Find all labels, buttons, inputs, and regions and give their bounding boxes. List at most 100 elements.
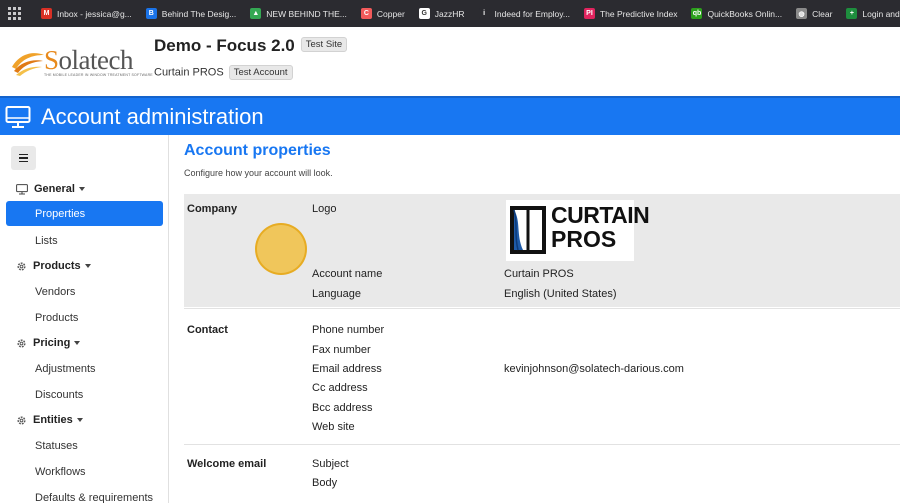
language-label: Language [312, 288, 361, 300]
gear-icon [17, 261, 26, 271]
welcome-email-heading: Welcome email [187, 458, 267, 470]
gear-icon [17, 415, 26, 425]
fax-label: Fax number [312, 344, 371, 356]
monitor-icon [16, 183, 28, 194]
site-title: Demo - Focus 2.0 Test Site [154, 36, 348, 56]
subject-label: Subject [312, 458, 349, 470]
brand-wordmark: Solatech [44, 45, 134, 75]
chevron-down-icon [74, 341, 81, 345]
account-line: Curtain PROS Test Account [154, 65, 293, 80]
welcome-email-section: Welcome email Subject Body [184, 444, 900, 503]
monitor-icon [5, 105, 31, 128]
chevron-down-icon [76, 418, 83, 422]
bookmark-item[interactable]: G JazzHR [418, 8, 465, 19]
google-icon: G [418, 8, 430, 19]
page-title: Account properties [184, 142, 331, 159]
sidebar-item-vendors[interactable]: Vendors [6, 279, 163, 304]
logo-label: Logo [312, 203, 337, 215]
solatech-swoosh-icon [12, 53, 44, 76]
company-heading: Company [187, 203, 238, 215]
chevron-down-icon [84, 264, 91, 268]
brand-tagline: THE MOBILE LEADER IN WINDOW TREATMENT SO… [44, 73, 153, 77]
nav-group-label: General [34, 183, 75, 195]
site-title-text: Demo - Focus 2.0 [154, 36, 295, 55]
body-label: Body [312, 477, 338, 489]
bookmark-item[interactable]: ▲ NEW BEHIND THE... [250, 8, 347, 19]
phone-label: Phone number [312, 324, 385, 336]
sidebar-item-defaults-requirements[interactable]: Defaults & requirements [6, 485, 163, 503]
bookmark-label: The Predictive Index [599, 8, 678, 19]
account-name-label: Account name [312, 268, 383, 280]
test-account-badge: Test Account [228, 65, 293, 80]
bcc-label: Bcc address [312, 402, 373, 414]
sidebar-item-discounts[interactable]: Discounts [6, 382, 163, 407]
contact-heading: Contact [187, 324, 228, 336]
nav-group-entities[interactable]: Entities [16, 414, 83, 426]
website-label: Web site [312, 421, 355, 433]
bookmark-item[interactable]: B Behind The Desig... [145, 8, 237, 19]
bookmark-label: QuickBooks Onlin... [707, 8, 783, 19]
bookmark-item[interactable]: qb QuickBooks Onlin... [691, 8, 782, 19]
nav-group-pricing[interactable]: Pricing [16, 337, 81, 349]
sidebar: General Properties Lists Products Vendor… [0, 135, 169, 503]
page-banner: Account administration [0, 96, 900, 135]
nav-group-general[interactable]: General [16, 183, 85, 195]
nav-group-label: Products [33, 260, 81, 272]
banner-title: Account administration [41, 103, 264, 129]
email-label: Email address [312, 363, 382, 375]
site-header: Solatech THE MOBILE LEADER IN WINDOW TRE… [0, 27, 900, 96]
sidebar-item-lists[interactable]: Lists [6, 228, 163, 253]
account-name-value: Curtain PROS [504, 268, 574, 280]
menu-toggle-icon[interactable] [11, 146, 36, 170]
bookmark-label: Copper [376, 8, 405, 19]
language-value: English (United States) [504, 288, 617, 300]
copper-icon: C [360, 8, 372, 19]
logo-word-pros: PROS [551, 226, 617, 252]
bookmark-item[interactable]: i Indeed for Employ... [478, 8, 570, 19]
bookmark-item[interactable]: + Login and Passwor... [846, 8, 900, 19]
nav-group-products[interactable]: Products [16, 260, 91, 272]
indeed-icon: i [478, 8, 490, 19]
contact-section: Contact Phone number Fax number Email ad… [184, 320, 900, 444]
bookmark-item[interactable]: M Inbox - jessica@g... [41, 8, 132, 19]
bookmark-item[interactable]: ◍ Clear [796, 8, 832, 19]
bookmark-item[interactable]: PI The Predictive Index [583, 8, 678, 19]
sidebar-item-products[interactable]: Products [6, 305, 163, 330]
bookmark-label: Login and Passwor... [862, 8, 900, 19]
plus-icon: + [846, 8, 858, 19]
gear-icon [17, 338, 26, 348]
company-logo-image[interactable]: CURTAIN PROS [506, 200, 650, 261]
pi-icon: PI [583, 8, 595, 19]
sidebar-item-workflows[interactable]: Workflows [6, 459, 163, 484]
apps-grid-icon[interactable] [8, 6, 21, 21]
bookmark-label: Behind The Desig... [161, 8, 237, 19]
drive-icon: ▲ [250, 8, 262, 19]
bookmark-label: Clear [812, 8, 833, 19]
test-site-badge: Test Site [300, 37, 348, 53]
cc-label: Cc address [312, 382, 368, 394]
nav-group-label: Pricing [33, 337, 71, 349]
account-name: Curtain PROS [154, 66, 224, 79]
curtain-window-icon [510, 206, 546, 254]
section-divider [184, 308, 900, 309]
sidebar-item-statuses[interactable]: Statuses [6, 433, 163, 458]
chevron-down-icon [78, 187, 85, 191]
bookmark-label: Inbox - jessica@g... [57, 8, 132, 19]
sidebar-item-properties[interactable]: Properties [6, 201, 163, 226]
page-subtitle: Configure how your account will look. [184, 168, 333, 178]
bookmark-label: JazzHR [434, 8, 465, 19]
email-value: kevinjohnson@solatech-darious.com [504, 363, 684, 375]
logo-word-curtain: CURTAIN [551, 202, 650, 228]
bookmark-label: NEW BEHIND THE... [266, 8, 347, 19]
globe-icon: ◍ [796, 8, 808, 19]
gmail-icon: M [41, 8, 52, 19]
sidebar-item-adjustments[interactable]: Adjustments [6, 356, 163, 381]
bookmark-label: Indeed for Employ... [494, 8, 570, 19]
main-content: Account properties Configure how your ac… [169, 135, 900, 503]
solatech-logo[interactable]: Solatech THE MOBILE LEADER IN WINDOW TRE… [10, 45, 153, 79]
bookmarks-bar: M Inbox - jessica@g... B Behind The Desig..… [0, 0, 900, 27]
quickbooks-icon: qb [691, 8, 703, 19]
click-highlight-indicator [255, 223, 307, 275]
bookmark-item[interactable]: C Copper [360, 8, 405, 19]
nav-group-label: Entities [33, 414, 73, 426]
